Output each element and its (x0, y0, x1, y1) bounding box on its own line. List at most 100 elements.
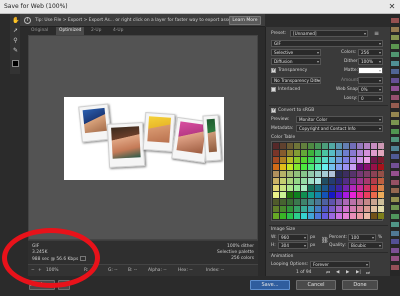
hand-icon[interactable]: ✋ (12, 17, 19, 24)
color-swatch[interactable] (301, 213, 307, 219)
color-swatch[interactable] (301, 206, 307, 212)
dither-field[interactable]: 100% (358, 58, 383, 65)
color-swatch[interactable] (378, 206, 384, 212)
tab-2-up[interactable]: 2-Up (88, 27, 104, 35)
color-swatch[interactable] (350, 157, 356, 163)
color-swatch[interactable] (280, 206, 286, 212)
color-swatch[interactable] (322, 206, 328, 212)
color-swatch[interactable] (322, 199, 328, 205)
color-swatch[interactable] (322, 192, 328, 198)
color-swatch[interactable] (343, 213, 349, 219)
color-swatch[interactable] (357, 206, 363, 212)
color-swatch[interactable] (357, 171, 363, 177)
color-swatch[interactable] (273, 164, 279, 170)
color-swatch[interactable] (273, 213, 279, 219)
next-frame-icon[interactable]: ▶| (356, 270, 361, 275)
color-swatch[interactable] (280, 164, 286, 170)
format-dropdown[interactable]: GIF (271, 40, 383, 47)
color-swatch[interactable] (294, 178, 300, 184)
play-icon[interactable]: ▶ (346, 270, 349, 275)
zoom-icon[interactable]: ⚲ (12, 37, 19, 44)
color-swatch[interactable] (343, 185, 349, 191)
color-swatch[interactable] (350, 164, 356, 170)
color-swatch[interactable] (371, 143, 377, 149)
color-swatch[interactable] (280, 150, 286, 156)
matte-dropdown[interactable] (358, 67, 383, 74)
color-swatch[interactable] (280, 157, 286, 163)
color-swatch[interactable] (301, 143, 307, 149)
height-field[interactable]: 304 (278, 242, 308, 249)
prev-frame-icon[interactable]: ◀ (336, 270, 339, 275)
color-swatch[interactable] (273, 150, 279, 156)
color-swatch[interactable] (273, 157, 279, 163)
first-frame-icon[interactable]: ⏮ (326, 270, 330, 276)
convert-srgb-checkbox[interactable] (271, 107, 276, 113)
color-swatch[interactable] (364, 185, 370, 191)
tab-4-up[interactable]: 4-Up (110, 27, 126, 35)
color-swatch[interactable] (315, 171, 321, 177)
color-swatch[interactable] (280, 178, 286, 184)
color-swatch[interactable] (336, 213, 342, 219)
color-swatch[interactable] (322, 150, 328, 156)
color-swatch[interactable] (301, 171, 307, 177)
color-swatch[interactable] (378, 213, 384, 219)
color-swatch[interactable] (343, 157, 349, 163)
color-swatch[interactable] (343, 178, 349, 184)
preset-dropdown[interactable]: [Unnamed] (290, 30, 368, 37)
color-swatch[interactable] (378, 164, 384, 170)
color-swatch[interactable] (364, 206, 370, 212)
color-swatch[interactable] (350, 192, 356, 198)
color-swatch[interactable] (371, 192, 377, 198)
tab-original[interactable]: Original (28, 27, 51, 35)
close-icon[interactable]: ✕ (387, 2, 397, 12)
quality-dropdown[interactable]: Bicubic (348, 242, 383, 249)
learn-more-button[interactable]: Learn More (229, 16, 261, 25)
color-swatch[interactable] (280, 185, 286, 191)
color-swatch[interactable] (287, 150, 293, 156)
color-swatch[interactable] (364, 213, 370, 219)
color-swatch[interactable] (273, 143, 279, 149)
color-swatch[interactable] (336, 178, 342, 184)
slice-select-icon[interactable]: ➚ (12, 27, 19, 34)
color-swatch[interactable] (301, 185, 307, 191)
panel-menu-icon[interactable]: ≡ (374, 30, 379, 37)
color-swatch[interactable] (294, 213, 300, 219)
color-reduction-dropdown[interactable]: Selective (271, 49, 321, 56)
color-swatch[interactable] (308, 171, 314, 177)
color-swatch[interactable] (308, 143, 314, 149)
color-swatch[interactable] (287, 171, 293, 177)
color-swatch[interactable] (322, 157, 328, 163)
looping-dropdown[interactable]: Forever (310, 261, 370, 268)
color-swatch[interactable] (336, 150, 342, 156)
color-swatch[interactable] (301, 178, 307, 184)
color-swatch[interactable] (322, 164, 328, 170)
color-swatch[interactable] (301, 157, 307, 163)
color-table[interactable] (271, 141, 384, 221)
color-swatch[interactable] (350, 171, 356, 177)
color-swatch[interactable] (350, 143, 356, 149)
color-swatch[interactable] (350, 206, 356, 212)
color-swatch[interactable] (273, 192, 279, 198)
color-swatch[interactable] (315, 185, 321, 191)
color-swatch[interactable] (371, 171, 377, 177)
color-swatch[interactable] (357, 199, 363, 205)
color-swatch[interactable] (350, 150, 356, 156)
color-swatch[interactable] (357, 150, 363, 156)
color-swatch[interactable] (371, 206, 377, 212)
color-swatch[interactable] (378, 171, 384, 177)
color-swatch[interactable] (364, 192, 370, 198)
interlaced-checkbox[interactable] (271, 87, 276, 92)
color-swatch[interactable] (273, 178, 279, 184)
color-swatch[interactable] (329, 171, 335, 177)
color-swatch[interactable] (294, 185, 300, 191)
color-swatch[interactable] (371, 150, 377, 156)
color-swatch[interactable] (329, 192, 335, 198)
color-swatch[interactable] (301, 192, 307, 198)
color-swatch[interactable] (343, 143, 349, 149)
color-swatch[interactable] (287, 192, 293, 198)
color-swatch[interactable] (378, 199, 384, 205)
color-swatch[interactable] (364, 150, 370, 156)
color-swatch[interactable] (273, 171, 279, 177)
web-snap-field[interactable]: 0% (358, 86, 383, 93)
transparency-dither-dropdown[interactable]: No Transparency Dither (271, 77, 321, 84)
